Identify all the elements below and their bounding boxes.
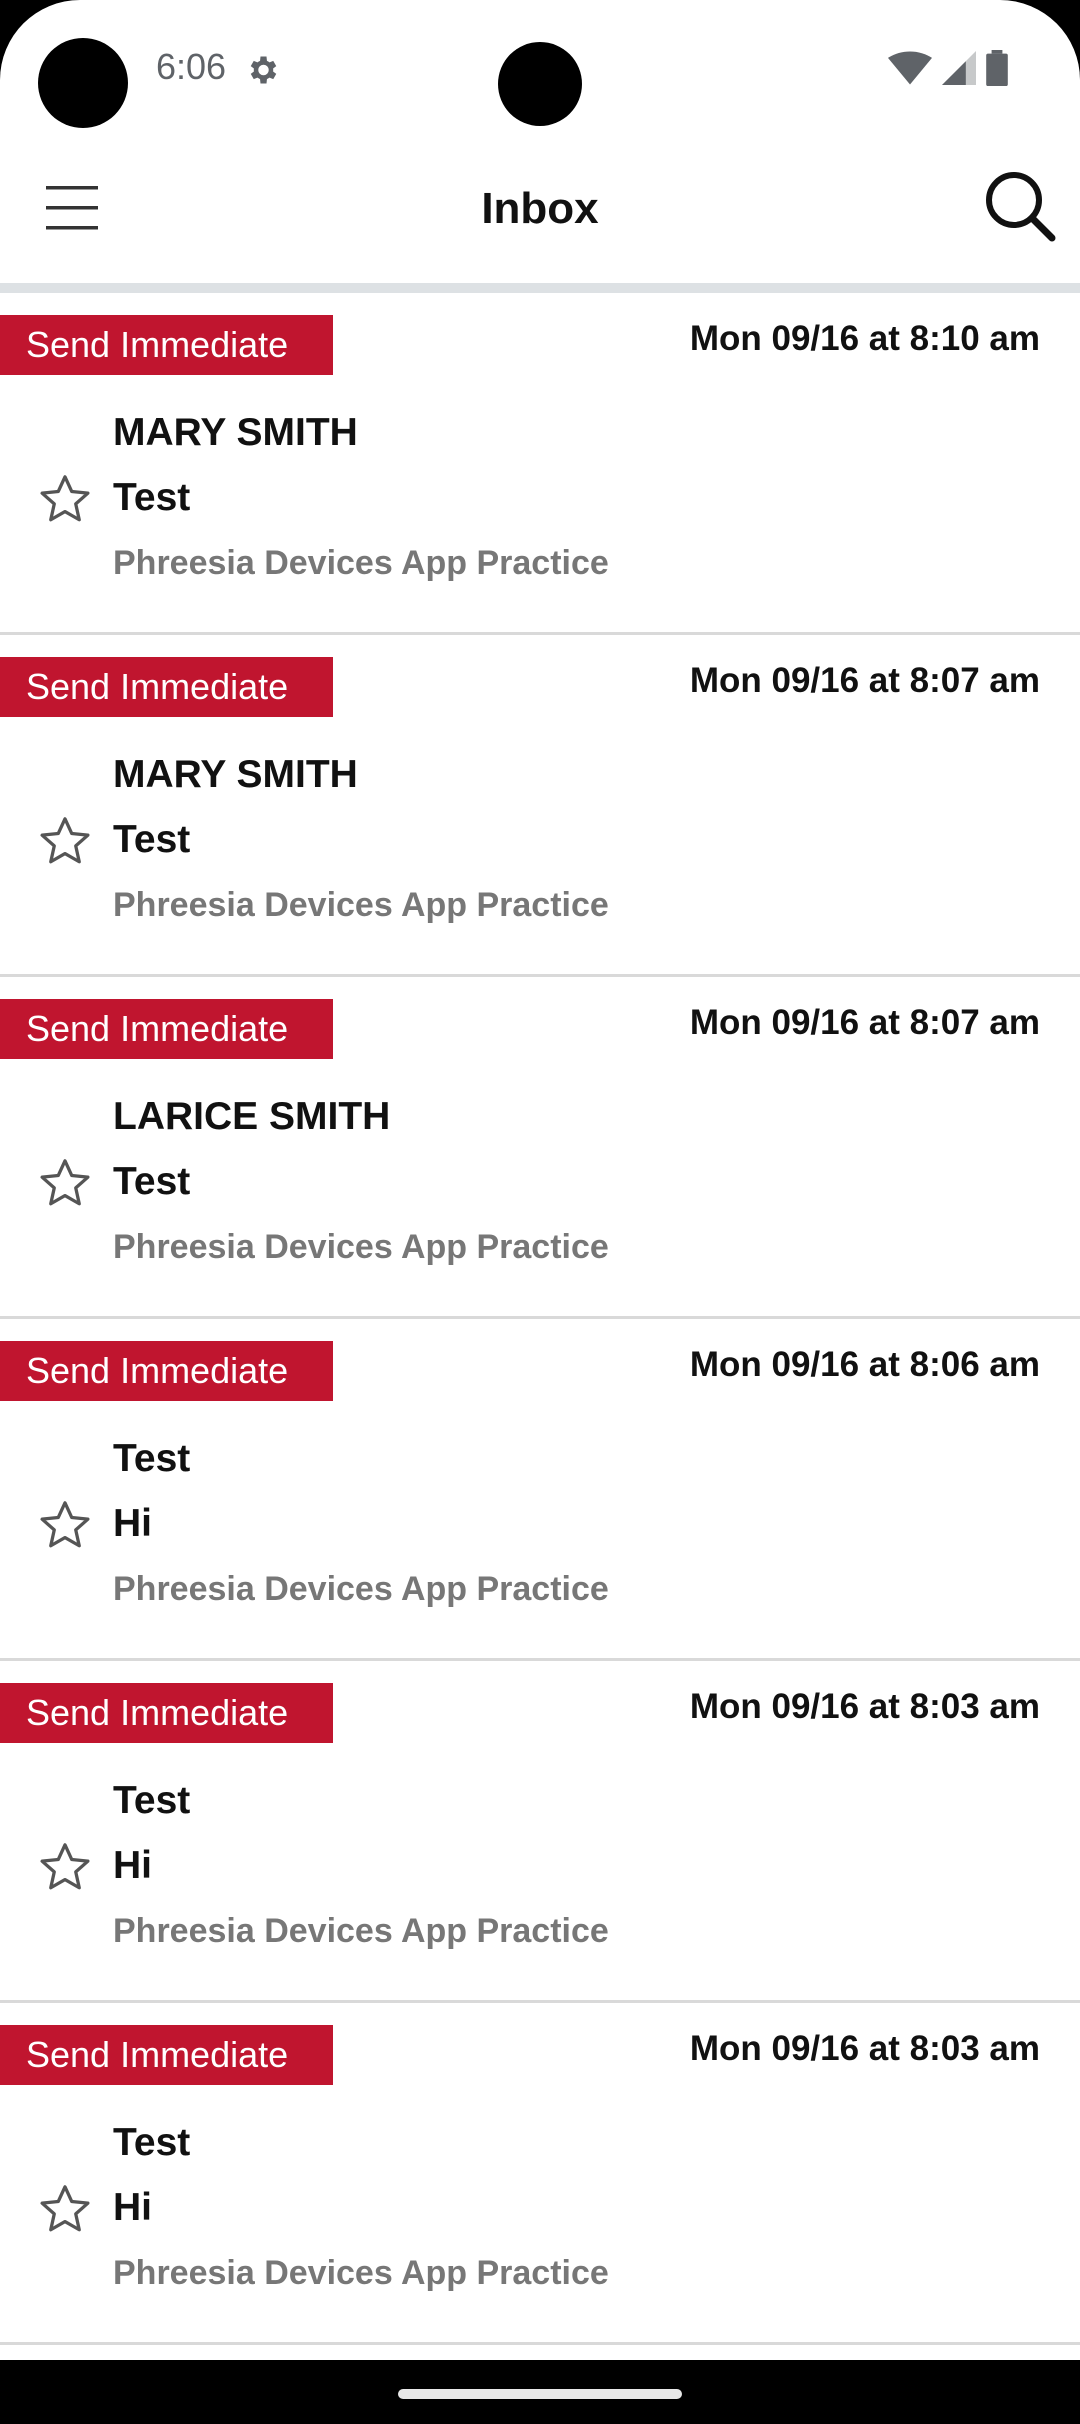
message-sender: Test bbox=[113, 1779, 191, 1822]
message-practice: Phreesia Devices App Practice bbox=[113, 1912, 609, 1950]
message-subject: Hi bbox=[113, 1844, 152, 1887]
send-immediate-badge: Send Immediate bbox=[0, 2025, 333, 2085]
message-subject: Test bbox=[113, 476, 191, 519]
message-date: Mon 09/16 at 8:07 am bbox=[689, 661, 1040, 700]
star-icon[interactable] bbox=[37, 813, 93, 869]
message-subject: Test bbox=[113, 1160, 191, 1203]
star-icon[interactable] bbox=[37, 1497, 93, 1553]
message-date: Mon 09/16 at 8:10 am bbox=[689, 319, 1040, 358]
star-icon[interactable] bbox=[37, 1839, 93, 1895]
message-list-item[interactable]: Send Immediate Mon 09/16 at 8:07 am LARI… bbox=[0, 977, 1080, 1319]
message-subject: Test bbox=[113, 818, 191, 861]
message-list-item[interactable]: Send Immediate Mon 09/16 at 8:03 am Test… bbox=[0, 2003, 1080, 2345]
screen: 6:06 Inbox Send Immediate Mon 09/16 at 8… bbox=[0, 0, 1080, 2360]
star-icon[interactable] bbox=[37, 2181, 93, 2237]
message-practice: Phreesia Devices App Practice bbox=[113, 886, 609, 924]
message-sender: MARY SMITH bbox=[113, 411, 358, 454]
message-list-item[interactable]: Send Immediate Mon 09/16 at 8:07 am MARY… bbox=[0, 635, 1080, 977]
gesture-navigation-handle[interactable] bbox=[398, 2389, 682, 2399]
message-practice: Phreesia Devices App Practice bbox=[113, 2254, 609, 2292]
message-sender: Test bbox=[113, 2121, 191, 2164]
status-time: 6:06 bbox=[156, 46, 227, 87]
wifi-icon bbox=[888, 51, 932, 85]
message-practice: Phreesia Devices App Practice bbox=[113, 1228, 609, 1266]
send-immediate-badge: Send Immediate bbox=[0, 315, 333, 375]
status-icons bbox=[888, 50, 1008, 86]
app-bar-divider bbox=[0, 283, 1080, 293]
send-immediate-badge: Send Immediate bbox=[0, 657, 333, 717]
center-camera-cutout bbox=[498, 42, 582, 126]
settings-icon bbox=[250, 56, 277, 84]
send-immediate-badge: Send Immediate bbox=[0, 1683, 333, 1743]
message-list-item[interactable]: Send Immediate Mon 09/16 at 8:10 am MARY… bbox=[0, 293, 1080, 635]
message-list: Send Immediate Mon 09/16 at 8:10 am MARY… bbox=[0, 293, 1080, 2345]
search-icon[interactable] bbox=[982, 168, 1058, 244]
message-date: Mon 09/16 at 8:03 am bbox=[689, 2029, 1040, 2068]
message-list-item[interactable]: Send Immediate Mon 09/16 at 8:03 am Test… bbox=[0, 1661, 1080, 2003]
signal-icon bbox=[942, 51, 976, 85]
message-practice: Phreesia Devices App Practice bbox=[113, 544, 609, 582]
message-subject: Hi bbox=[113, 2186, 152, 2229]
message-date: Mon 09/16 at 8:03 am bbox=[689, 1687, 1040, 1726]
message-list-item[interactable]: Send Immediate Mon 09/16 at 8:06 am Test… bbox=[0, 1319, 1080, 1661]
battery-icon bbox=[986, 50, 1008, 86]
front-camera-cutout bbox=[38, 38, 128, 128]
message-subject: Hi bbox=[113, 1502, 152, 1545]
message-sender: Test bbox=[113, 1437, 191, 1480]
message-practice: Phreesia Devices App Practice bbox=[113, 1570, 609, 1608]
send-immediate-badge: Send Immediate bbox=[0, 999, 333, 1059]
message-sender: MARY SMITH bbox=[113, 753, 358, 796]
star-icon[interactable] bbox=[37, 1155, 93, 1211]
app-bar: Inbox bbox=[0, 148, 1080, 283]
page-title: Inbox bbox=[481, 184, 599, 233]
message-sender: LARICE SMITH bbox=[113, 1095, 391, 1138]
send-immediate-badge: Send Immediate bbox=[0, 1341, 333, 1401]
star-icon[interactable] bbox=[37, 471, 93, 527]
status-bar: 6:06 bbox=[0, 0, 1080, 140]
message-date: Mon 09/16 at 8:07 am bbox=[689, 1003, 1040, 1042]
message-date: Mon 09/16 at 8:06 am bbox=[689, 1345, 1040, 1384]
